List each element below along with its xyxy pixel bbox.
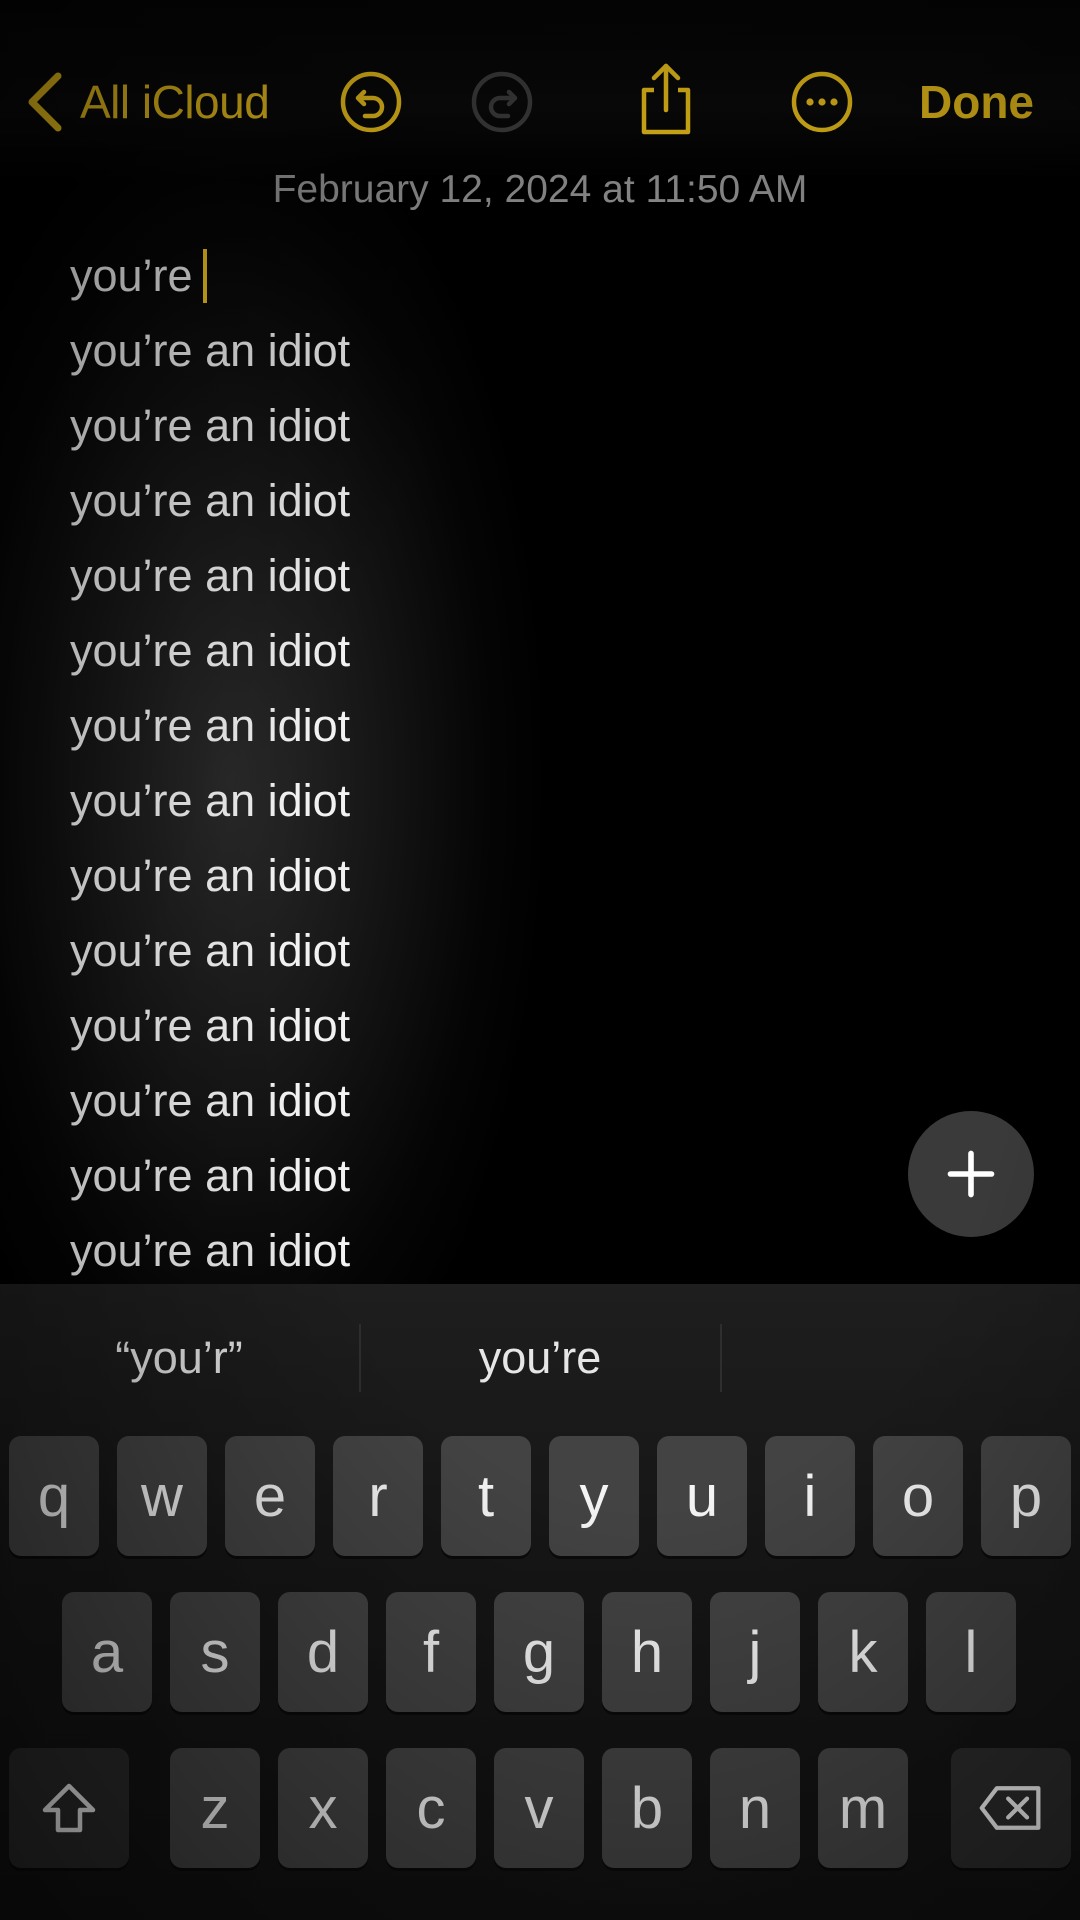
key-a[interactable]: a bbox=[62, 1592, 152, 1712]
note-line: you’re an idiot bbox=[70, 463, 830, 538]
redo-button[interactable] bbox=[470, 70, 534, 134]
note-line: you’re an idiot bbox=[70, 538, 830, 613]
key-o[interactable]: o bbox=[873, 1436, 963, 1556]
key-k[interactable]: k bbox=[818, 1592, 908, 1712]
note-line: you’re an idiot bbox=[70, 313, 830, 388]
note-body[interactable]: you’re you’re an idiot you’re an idiot you’… bbox=[70, 238, 830, 1288]
note-line-text: you’re an idiot bbox=[70, 550, 351, 601]
shift-icon bbox=[42, 1783, 96, 1833]
key-u[interactable]: u bbox=[657, 1436, 747, 1556]
suggestion-bar: “you’r” you’re bbox=[0, 1284, 1080, 1432]
notes-screen: All iCloud Done February 12, 2024 at 11:… bbox=[0, 0, 1080, 1920]
note-line: you’re an idiot bbox=[70, 1138, 830, 1213]
key-b[interactable]: b bbox=[602, 1748, 692, 1868]
note-line-text: you’re bbox=[70, 250, 193, 301]
keyboard: “you’r” you’re qwertyuiop asdfghjkl zxcvbn… bbox=[0, 1284, 1080, 1920]
note-line-text: you’re an idiot bbox=[70, 925, 351, 976]
key-e[interactable]: e bbox=[225, 1436, 315, 1556]
key-l[interactable]: l bbox=[926, 1592, 1016, 1712]
more-button[interactable] bbox=[790, 70, 854, 134]
undo-button[interactable] bbox=[339, 70, 403, 134]
note-line: you’re an idiot bbox=[70, 1213, 830, 1288]
key-c[interactable]: c bbox=[386, 1748, 476, 1868]
note-line-text: you’re an idiot bbox=[70, 325, 351, 376]
note-line-text: you’re an idiot bbox=[70, 1000, 351, 1051]
note-line-text: you’re an idiot bbox=[70, 625, 351, 676]
note-line: you’re an idiot bbox=[70, 763, 830, 838]
note-line-text: you’re an idiot bbox=[70, 700, 351, 751]
key-t[interactable]: t bbox=[441, 1436, 531, 1556]
key-w[interactable]: w bbox=[117, 1436, 207, 1556]
note-line: you’re an idiot bbox=[70, 688, 830, 763]
note-line-text: you’re an idiot bbox=[70, 775, 351, 826]
text-cursor bbox=[202, 249, 207, 304]
done-button[interactable]: Done bbox=[919, 70, 1034, 134]
note-line-text: you’re an idiot bbox=[70, 475, 351, 526]
undo-icon bbox=[340, 71, 402, 133]
key-h[interactable]: h bbox=[602, 1592, 692, 1712]
note-line: you’re an idiot bbox=[70, 1063, 830, 1138]
ellipsis-circle-icon bbox=[791, 71, 853, 133]
shift-key[interactable] bbox=[9, 1748, 129, 1868]
key-q[interactable]: q bbox=[9, 1436, 99, 1556]
note-line: you’re an idiot bbox=[70, 388, 830, 463]
note-line: you’re bbox=[70, 238, 830, 313]
key-r[interactable]: r bbox=[333, 1436, 423, 1556]
key-y[interactable]: y bbox=[549, 1436, 639, 1556]
key-d[interactable]: d bbox=[278, 1592, 368, 1712]
note-line: you’re an idiot bbox=[70, 838, 830, 913]
back-label: All iCloud bbox=[80, 76, 270, 128]
key-m[interactable]: m bbox=[818, 1748, 908, 1868]
note-line-text: you’re an idiot bbox=[70, 1075, 351, 1126]
key-s[interactable]: s bbox=[170, 1592, 260, 1712]
key-z[interactable]: z bbox=[170, 1748, 260, 1868]
note-line: you’re an idiot bbox=[70, 613, 830, 688]
suggestion-2[interactable] bbox=[722, 1284, 1080, 1432]
key-n[interactable]: n bbox=[710, 1748, 800, 1868]
note-line: you’re an idiot bbox=[70, 913, 830, 988]
redo-icon bbox=[471, 71, 533, 133]
plus-icon bbox=[947, 1150, 995, 1198]
key-p[interactable]: p bbox=[981, 1436, 1071, 1556]
delete-backspace-icon bbox=[979, 1786, 1041, 1830]
key-f[interactable]: f bbox=[386, 1592, 476, 1712]
note-line-text: you’re an idiot bbox=[70, 1225, 351, 1276]
delete-key[interactable] bbox=[951, 1748, 1071, 1868]
note-line-text: you’re an idiot bbox=[70, 400, 351, 451]
note-line: you’re an idiot bbox=[70, 988, 830, 1063]
suggestion-0[interactable]: “you’r” bbox=[0, 1284, 358, 1432]
suggestion-1[interactable]: you’re bbox=[361, 1284, 719, 1432]
share-button[interactable] bbox=[634, 62, 698, 136]
key-i[interactable]: i bbox=[765, 1436, 855, 1556]
key-v[interactable]: v bbox=[494, 1748, 584, 1868]
back-button[interactable]: All iCloud bbox=[22, 62, 270, 142]
note-toolbar: All iCloud Done bbox=[0, 0, 1080, 180]
add-button[interactable] bbox=[908, 1111, 1034, 1237]
note-line-text: you’re an idiot bbox=[70, 1150, 351, 1201]
key-g[interactable]: g bbox=[494, 1592, 584, 1712]
note-line-text: you’re an idiot bbox=[70, 850, 351, 901]
key-j[interactable]: j bbox=[710, 1592, 800, 1712]
chevron-left-icon bbox=[28, 72, 62, 132]
note-date: February 12, 2024 at 11:50 AM bbox=[272, 168, 808, 211]
share-icon bbox=[641, 63, 691, 135]
key-x[interactable]: x bbox=[278, 1748, 368, 1868]
